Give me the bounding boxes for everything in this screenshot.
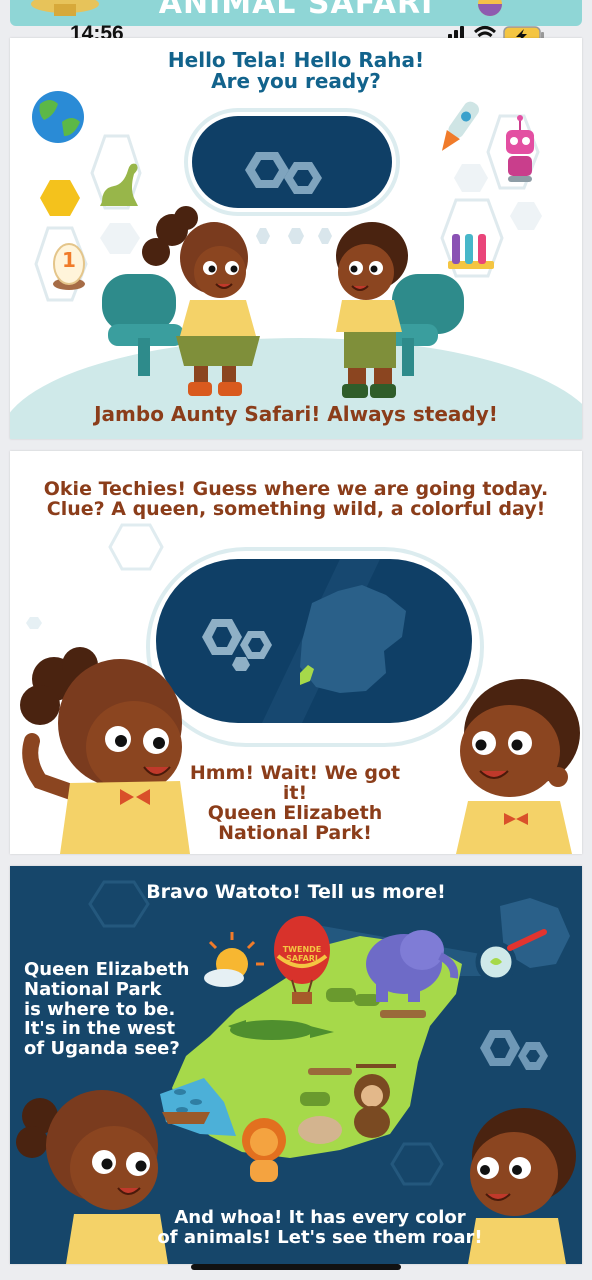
panel3-side-line: is where to be.	[24, 998, 176, 1020]
egg-number: 1	[62, 248, 76, 272]
panel2-title-line1: Okie Techies! Guess where we are going t…	[43, 478, 549, 500]
panel1-title-line1: Hello Tela! Hello Raha!	[167, 48, 425, 72]
panel3-caption: And whoa! It has every color of animals!…	[140, 1208, 500, 1248]
lion-character	[242, 1118, 286, 1182]
panel1-caption: Jambo Aunty Safari! Always steady!	[94, 402, 498, 426]
globe-icon	[32, 91, 84, 143]
robot-icon	[506, 115, 534, 182]
panel2-title: Okie Techies! Guess where we are going t…	[10, 479, 582, 519]
panel1-illustration	[10, 91, 582, 439]
panel3-side-line: National Park	[24, 978, 162, 1000]
home-indicator[interactable]	[191, 1264, 401, 1270]
panel3-illustration	[16, 880, 576, 1264]
panel2-caption-line3: National Park!	[218, 822, 372, 845]
rocket-icon	[441, 101, 480, 151]
panel2-caption: Hmm! Wait! We got it! Queen Elizabeth Na…	[180, 763, 410, 844]
panel2-caption-line2: Queen Elizabeth	[207, 802, 383, 825]
sun-icon	[204, 932, 264, 987]
story-panel-2[interactable]: Okie Techies! Guess where we are going t…	[10, 451, 582, 854]
panel3-caption-line2: of animals! Let's see them roar!	[157, 1226, 483, 1248]
balloon-label-line2: SAFARI	[286, 953, 318, 963]
panel1-title-line2: Are you ready?	[211, 69, 381, 94]
panel1-title: Hello Tela! Hello Raha! Are you ready?	[10, 48, 582, 94]
dinosaur-icon	[100, 163, 138, 206]
panel3-side-line: Queen Elizabeth	[24, 959, 190, 980]
panel3-title: Bravo Watoto! Tell us more!	[146, 881, 446, 903]
panel3-side-line: of Uganda see?	[24, 1038, 180, 1060]
balloon-label: TWENDE SAFARI	[280, 945, 324, 964]
panel3-caption-line1: And whoa! It has every color	[174, 1207, 466, 1228]
panel3-side-text: Queen Elizabeth National Park is where t…	[24, 960, 194, 1059]
panel2-caption-line1: Hmm! Wait! We got it!	[189, 762, 401, 805]
panel2-title-line2: Clue? A queen, something wild, a colorfu…	[46, 498, 546, 521]
test-tubes-icon	[448, 234, 494, 269]
story-panel-3[interactable]: Bravo Watoto! Tell us more! TWENDE SAFAR…	[10, 866, 582, 1264]
ball-icon	[478, 0, 502, 16]
yellow-hexagon	[40, 180, 80, 216]
boy-character-smiling	[456, 679, 580, 854]
panel3-side-line: It's in the west	[24, 1018, 176, 1040]
story-panel-1[interactable]: Hello Tela! Hello Raha! Are you ready? 1…	[10, 38, 582, 439]
